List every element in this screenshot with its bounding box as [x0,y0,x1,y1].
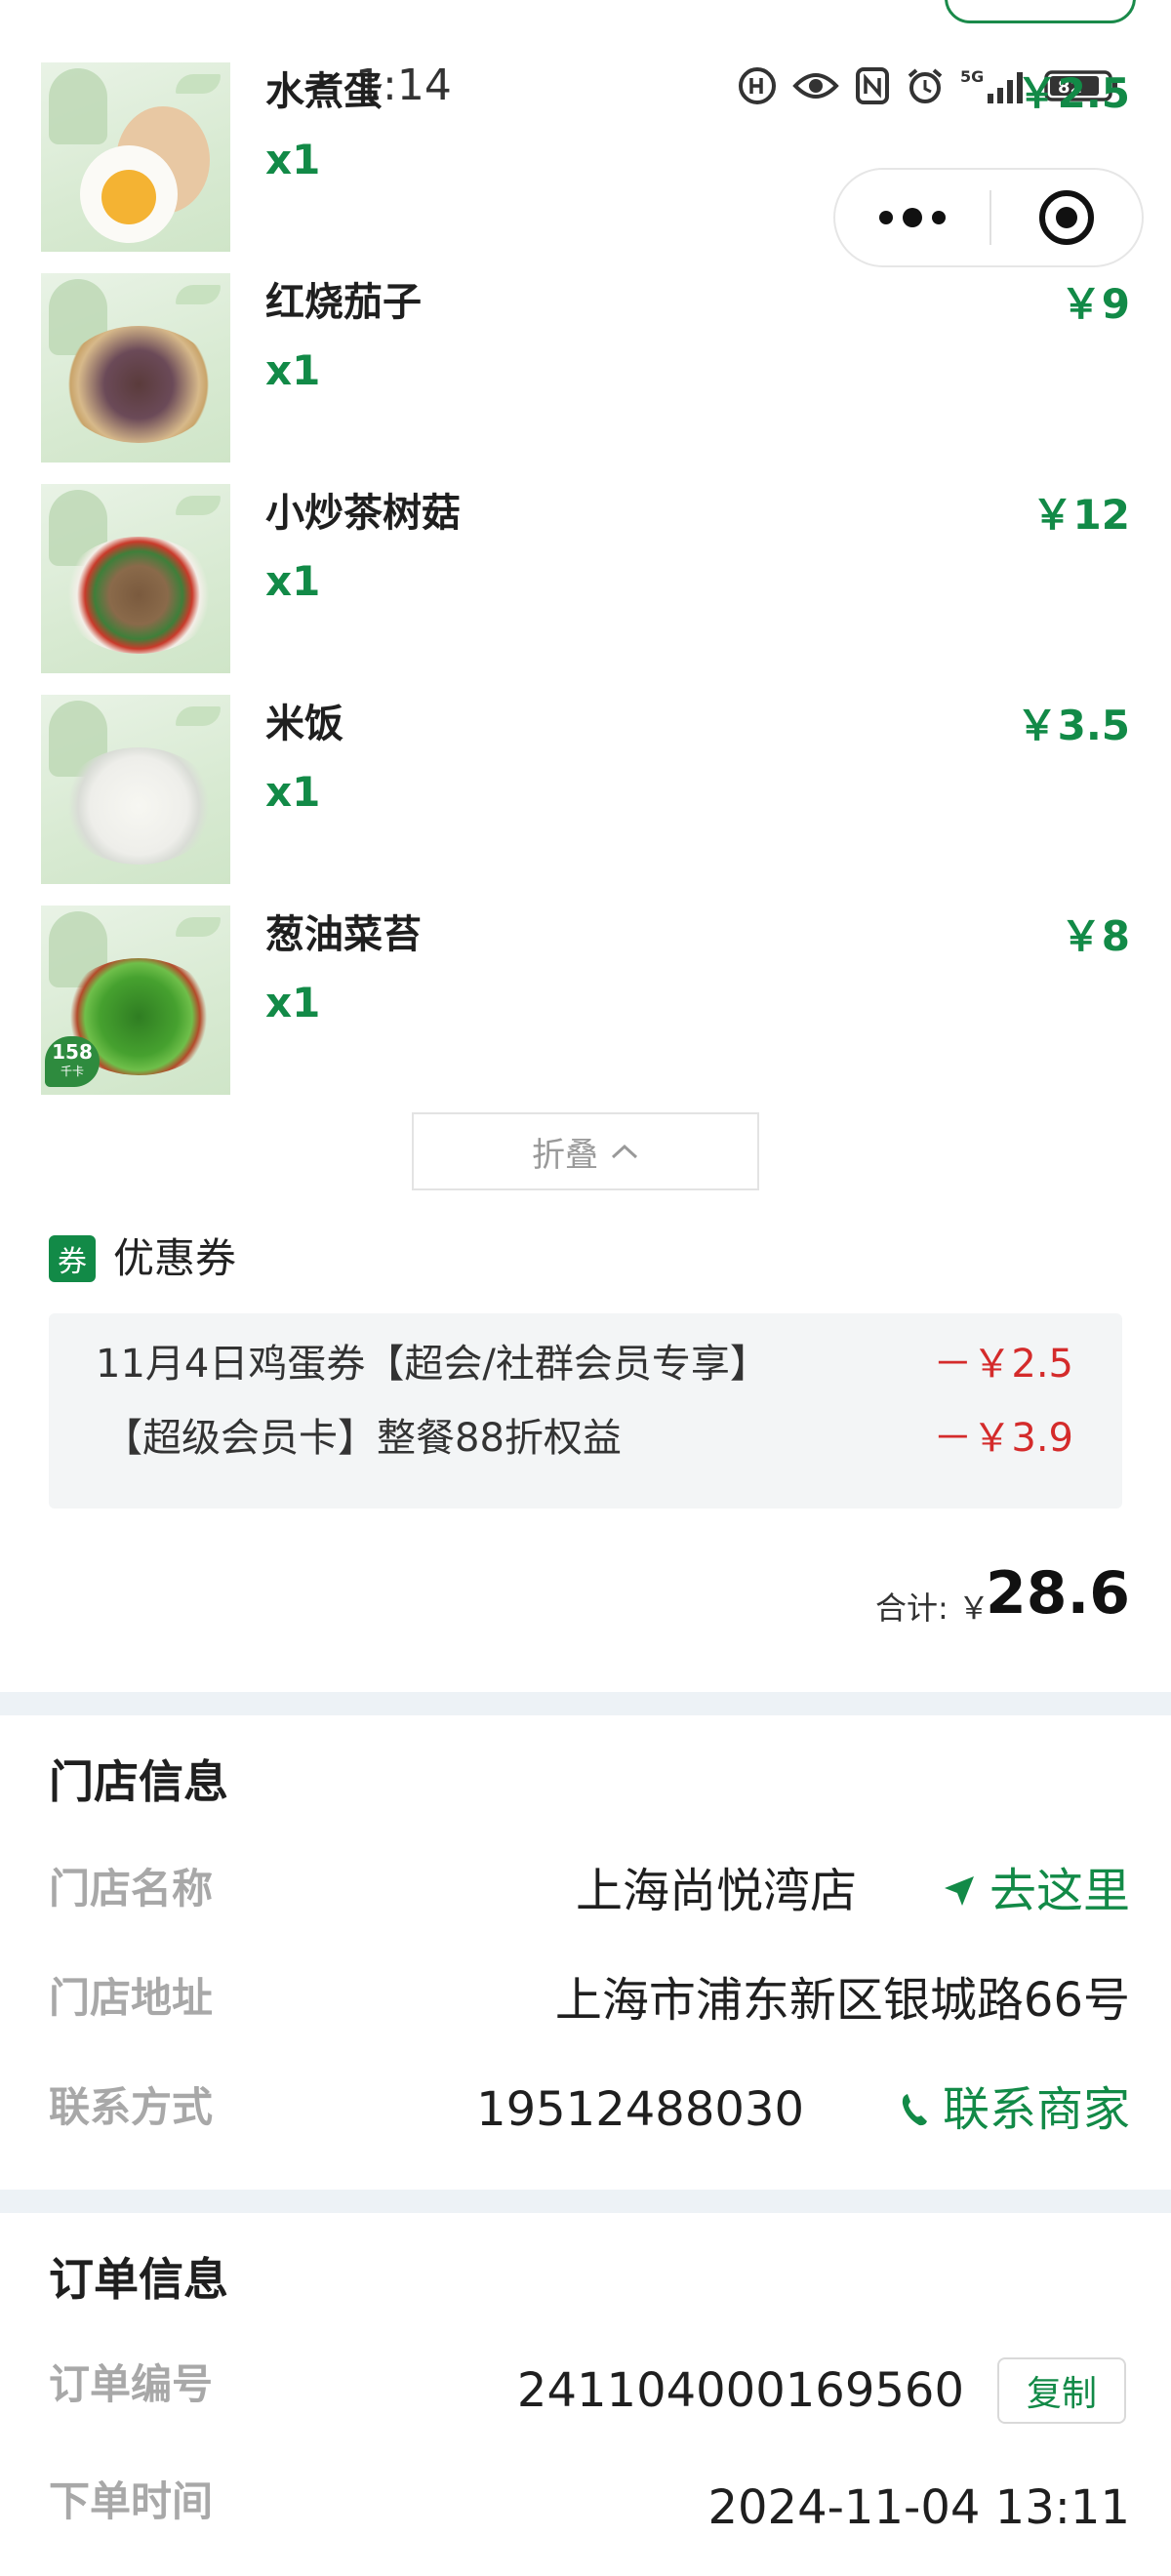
contact-merchant-label: 联系商家 [942,2082,1130,2137]
order-item: 水煮蛋 x1 ￥2.5 [0,62,1171,254]
item-name: 红烧茄子 [265,280,422,325]
coupon-row: 11月4日鸡蛋券【超会/社群会员专享】 －￥2.5 [49,1335,1122,1393]
contact-merchant-link[interactable]: 联系商家 [900,2078,1130,2141]
section-separator [0,1692,1171,1715]
item-image [41,62,230,252]
order-number-label: 订单编号 [49,2360,214,2408]
coupon-amount: －￥3.9 [933,1416,1073,1461]
fold-button[interactable]: 折叠 [412,1112,759,1190]
section-separator [0,2190,1171,2213]
order-item: 158 千卡 葱油菜苔 x1 ￥8 [0,906,1171,1097]
item-name: 水煮蛋 [265,69,383,114]
item-quantity: x1 [265,346,321,394]
top-partial-button[interactable] [945,0,1136,23]
item-name: 小炒茶树菇 [265,491,461,536]
order-item: 小炒茶树菇 x1 ￥12 [0,484,1171,675]
item-quantity: x1 [265,979,321,1026]
coupon-amount: －￥2.5 [933,1342,1073,1387]
order-item: 米饭 x1 ￥3.5 [0,695,1171,886]
item-image: 158 千卡 [41,906,230,1095]
coupon-row: 【超级会员卡】整餐88折权益 －￥3.9 [49,1409,1122,1468]
item-name: 葱油菜苔 [265,912,422,957]
order-info-title: 订单信息 [49,2253,228,2306]
coupon-name: 11月4日鸡蛋券【超会/社群会员专享】 [96,1342,769,1387]
order-time-label: 下单时间 [49,2477,214,2525]
navigation-arrow-icon [944,1876,974,1906]
calorie-value: 158 [52,1040,93,1064]
order-time: 2024-11-04 13:11 [707,2480,1130,2535]
store-name-label: 门店名称 [49,1865,214,1912]
store-phone: 19512488030 [476,2082,804,2137]
item-quantity: x1 [265,557,321,605]
coupon-list: 11月4日鸡蛋券【超会/社群会员专享】 －￥2.5 【超级会员卡】整餐88折权益… [49,1313,1122,1509]
item-image [41,273,230,463]
store-info-title: 门店信息 [49,1755,228,1808]
item-quantity: x1 [265,768,321,816]
coupon-badge-icon: 券 [49,1235,96,1282]
item-price: ￥3.5 [1016,702,1130,749]
total-value: 28.6 [985,1559,1130,1628]
order-number: 241104000169560 [516,2363,964,2418]
total-label: 合计: ￥ [875,1590,989,1627]
item-image [41,484,230,673]
coupon-section-title: 优惠券 [113,1234,237,1282]
item-name: 米饭 [265,702,343,746]
store-address-label: 门店地址 [49,1974,214,2022]
chevron-up-icon [611,1144,638,1159]
store-name: 上海尚悦湾店 [575,1864,857,1918]
fold-label: 折叠 [532,1135,598,1175]
item-price: ￥8 [1060,912,1130,960]
phone-icon [902,2094,927,2126]
contact-label: 联系方式 [49,2083,214,2131]
navigate-label: 去这里 [989,1864,1130,1918]
store-address: 上海市浦东新区银城路66号 [554,1973,1130,2028]
item-price: ￥2.5 [1016,69,1130,117]
item-price: ￥9 [1060,280,1130,328]
calorie-badge: 158 千卡 [45,1036,100,1087]
coupon-name: 【超级会员卡】整餐88折权益 [103,1416,622,1461]
item-image [41,695,230,884]
item-price: ￥12 [1031,491,1130,539]
item-quantity: x1 [265,136,321,183]
copy-button[interactable]: 复制 [997,2357,1126,2424]
navigate-link[interactable]: 去这里 [943,1860,1130,1922]
order-item: 红烧茄子 x1 ￥9 [0,273,1171,464]
calorie-unit: 千卡 [60,1065,84,1078]
